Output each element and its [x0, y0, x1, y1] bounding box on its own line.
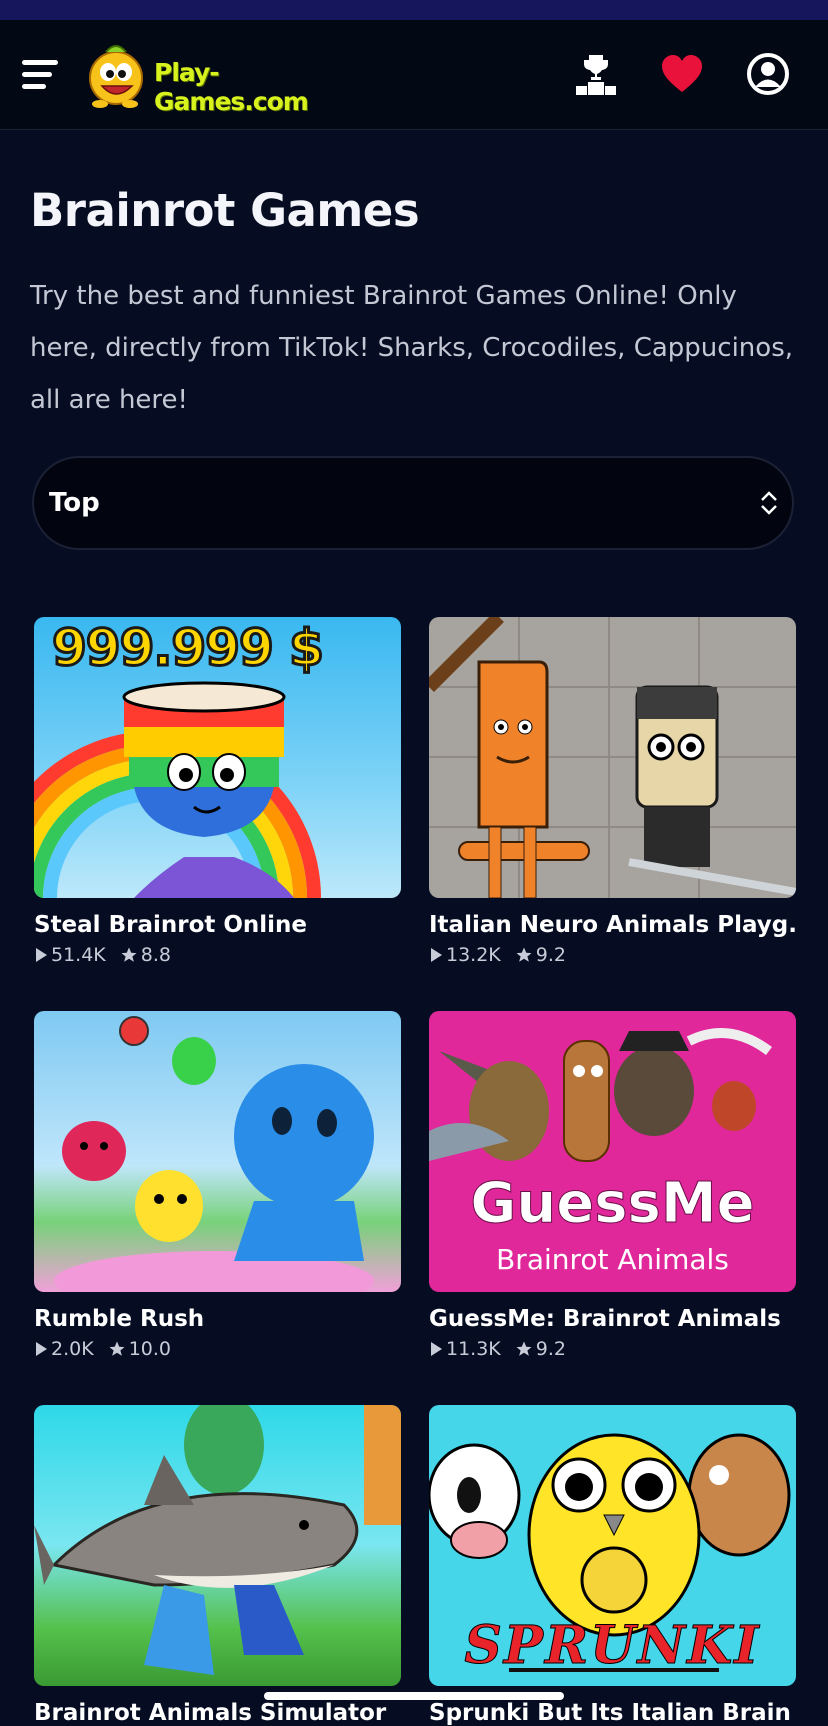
rating: 9.2: [535, 944, 566, 966]
game-thumbnail: SPRUNKI: [429, 1405, 796, 1686]
game-thumbnail: GuessMe Brainrot Animals: [429, 1011, 796, 1292]
play-count: 2.0K: [51, 1338, 94, 1360]
sort-selected-value: Top: [49, 488, 100, 518]
mascot-logo-icon: [89, 45, 143, 108]
heart-icon: [662, 55, 702, 92]
top-header: Play-Games.com: [0, 20, 828, 130]
favorites-button[interactable]: [660, 52, 704, 96]
rating: 9.2: [535, 1338, 566, 1360]
sort-select[interactable]: Top: [32, 456, 794, 550]
game-card[interactable]: GuessMe Brainrot Animals GuessMe: Brainr…: [429, 1011, 796, 1360]
thumbnail-logo-text: SPRUNKI: [464, 1615, 761, 1677]
game-stats: 13.2K 9.2: [429, 944, 796, 966]
star-icon: [516, 947, 532, 962]
play-count: 11.3K: [446, 1338, 501, 1360]
game-thumbnail: 999.999 $: [34, 617, 401, 898]
thumbnail-subtitle-text: Brainrot Animals: [496, 1243, 729, 1276]
game-title: Brainrot Animals Simulator: [34, 1700, 387, 1726]
star-icon: [516, 1341, 532, 1356]
game-stats: 51.4K 8.8: [34, 944, 401, 966]
thumbnail-title-text: GuessMe: [470, 1171, 755, 1237]
user-icon: [747, 53, 789, 95]
game-stats: 11.3K 9.2: [429, 1338, 796, 1360]
play-icon: [431, 948, 442, 962]
game-title: GuessMe: Brainrot Animals: [429, 1306, 781, 1332]
game-title: Steal Brainrot Online: [34, 912, 308, 938]
play-count: 13.2K: [446, 944, 501, 966]
game-stats: 2.0K 10.0: [34, 1338, 401, 1360]
logo-text: Play-Games.com: [154, 58, 309, 116]
game-card[interactable]: 999.999 $ Steal Brainrot Online 51.4K 8.…: [34, 617, 401, 966]
thumbnail-price-text: 999.999 $: [51, 618, 326, 679]
game-card[interactable]: Brainrot Animals Simulator: [34, 1405, 401, 1726]
play-count: 51.4K: [51, 944, 106, 966]
play-icon: [36, 1342, 47, 1356]
star-icon: [121, 947, 137, 962]
account-button[interactable]: [746, 52, 790, 96]
game-title: Rumble Rush: [34, 1306, 205, 1332]
rating: 10.0: [128, 1338, 171, 1360]
page-description: Try the best and funniest Brainrot Games…: [30, 281, 794, 415]
home-indicator[interactable]: [264, 1692, 564, 1700]
rating: 8.8: [140, 944, 171, 966]
trophy-icon: [576, 55, 616, 95]
status-strip: [0, 0, 828, 20]
star-icon: [109, 1341, 125, 1356]
menu-icon-bar: [22, 60, 58, 65]
page-title: Brainrot Games: [30, 184, 420, 237]
game-thumbnail: [34, 1405, 401, 1686]
select-chevrons-icon: [761, 491, 777, 515]
game-card[interactable]: SPRUNKI Sprunki But Its Italian Brain: [429, 1405, 796, 1726]
game-thumbnail: [34, 1011, 401, 1292]
game-card[interactable]: Rumble Rush 2.0K 10.0: [34, 1011, 401, 1360]
menu-icon-bar: [22, 84, 46, 89]
menu-icon-bar: [22, 72, 52, 77]
menu-button[interactable]: [22, 60, 58, 90]
game-title: Italian Neuro Animals Playg...: [429, 912, 796, 938]
game-thumbnail: [429, 617, 796, 898]
game-title: Sprunki But Its Italian Brain: [429, 1700, 791, 1726]
game-card[interactable]: Italian Neuro Animals Playg... 13.2K 9.2: [429, 617, 796, 966]
play-icon: [36, 948, 47, 962]
leaderboard-button[interactable]: [574, 52, 618, 96]
play-icon: [431, 1342, 442, 1356]
site-logo[interactable]: Play-Games.com: [86, 38, 366, 116]
